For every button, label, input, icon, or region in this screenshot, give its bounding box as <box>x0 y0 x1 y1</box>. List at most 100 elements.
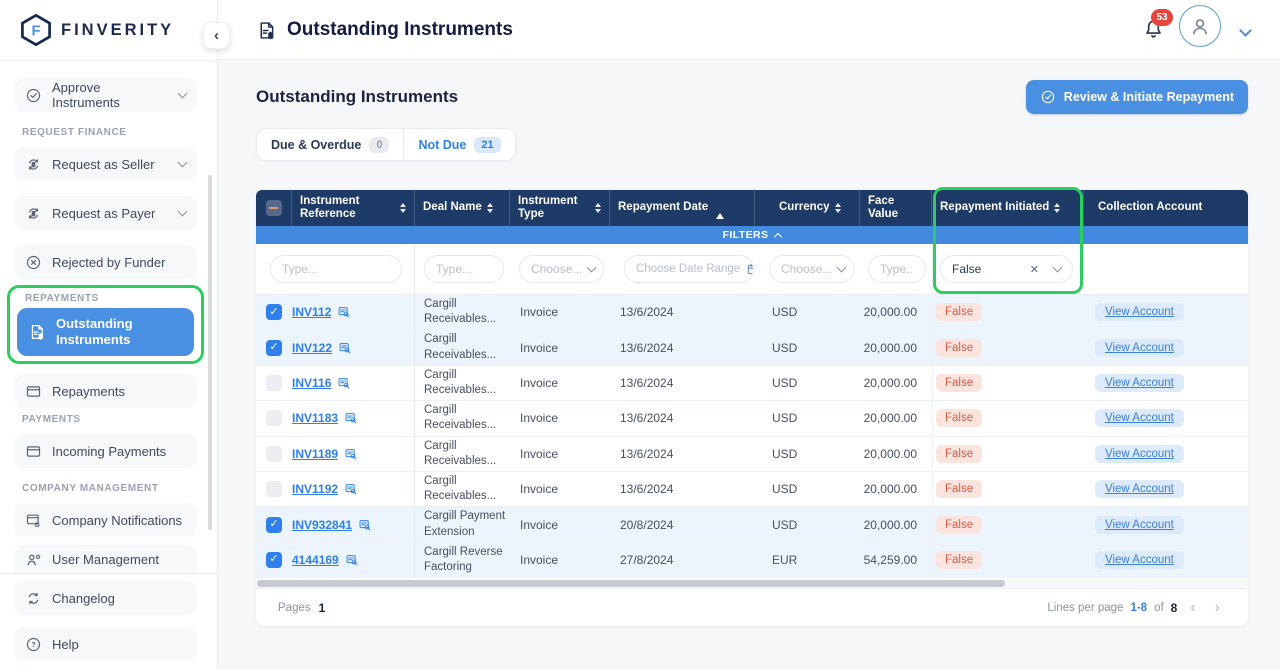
table-row[interactable]: INV116 CargillReceivables... Invoice 13/… <box>256 366 1248 401</box>
instrument-preview-icon[interactable] <box>344 411 358 425</box>
tab-not-due[interactable]: Not Due 21 <box>404 129 514 160</box>
view-account-link[interactable]: View Account <box>1095 445 1184 463</box>
sidebar-item-rejected-by-funder[interactable]: Rejected by Funder <box>14 245 197 279</box>
table-row[interactable]: ✓ 4144169 Cargill ReverseFactoring Invoi… <box>256 543 1248 578</box>
repayment-initiated-badge: False <box>936 480 982 498</box>
filter-repayment-date-range[interactable]: Choose Date Range <box>624 255 754 283</box>
sidebar-item-incoming-payments[interactable]: Incoming Payments <box>14 434 197 468</box>
face-value-cell: 20,000.00 <box>860 366 932 400</box>
view-account-link[interactable]: View Account <box>1095 480 1184 498</box>
scrollbar-thumb[interactable] <box>257 580 1005 587</box>
sort-icon[interactable] <box>1054 203 1060 213</box>
notifications-button[interactable]: 53 <box>1142 17 1166 43</box>
table-row[interactable]: ✓ INV932841 Cargill PaymentExtension Inv… <box>256 507 1248 542</box>
view-account-link[interactable]: View Account <box>1095 551 1184 569</box>
filter-face-value-input[interactable] <box>880 262 914 276</box>
refresh-dollar-icon <box>25 205 42 222</box>
sort-ascending-icon[interactable] <box>716 201 724 214</box>
column-header-repayment-initiated[interactable]: Repayment Initiated <box>932 190 1084 226</box>
filter-deal-name-input[interactable] <box>436 262 492 276</box>
column-header-deal-name[interactable]: Deal Name <box>415 190 510 226</box>
sidebar-item-outstanding-instruments[interactable]: Outstanding Instruments <box>17 308 194 356</box>
user-avatar-button[interactable] <box>1179 5 1221 47</box>
current-page[interactable]: 1 <box>319 601 326 615</box>
next-page-button[interactable]: › <box>1209 600 1226 616</box>
face-value-cell: 20,000.00 <box>860 472 932 506</box>
filter-repayment-initiated-select[interactable]: False ✕ <box>940 255 1073 283</box>
view-account-link[interactable]: View Account <box>1095 409 1184 427</box>
instrument-preview-icon[interactable] <box>337 305 351 319</box>
brand-logo[interactable]: F FINVERITY <box>0 0 217 47</box>
instrument-reference-link[interactable]: INV112 <box>292 305 331 319</box>
column-header-currency[interactable]: Currency <box>755 190 860 226</box>
sidebar-item-request-as-seller[interactable]: Request as Seller <box>14 147 197 181</box>
row-checkbox[interactable]: ✓ <box>266 517 282 533</box>
instrument-preview-icon[interactable] <box>344 482 358 496</box>
tab-due-overdue[interactable]: Due & Overdue 0 <box>257 129 403 160</box>
sidebar-scrollbar[interactable] <box>208 175 212 530</box>
user-menu-chevron[interactable] <box>1239 24 1252 37</box>
instrument-reference-link[interactable]: 4144169 <box>292 553 339 567</box>
sidebar-item-approve-instruments[interactable]: Approve Instruments <box>14 78 197 112</box>
row-checkbox[interactable] <box>266 446 282 462</box>
column-header-instrument-reference[interactable]: Instrument Reference <box>292 190 415 226</box>
total-rows: 8 <box>1171 601 1178 615</box>
sidebar-item-company-notifications[interactable]: ⚙ Company Notifications <box>14 503 197 537</box>
review-initiate-repayment-button[interactable]: Review & Initiate Repayment <box>1026 80 1248 114</box>
table-row[interactable]: ✓ INV122 CargillReceivables... Invoice 1… <box>256 330 1248 365</box>
sidebar-item-user-management[interactable]: ⚙ User Management <box>14 545 197 573</box>
filter-instrument-reference-input[interactable] <box>282 262 390 276</box>
sort-icon[interactable] <box>487 203 493 213</box>
repayment-date-cell: 13/6/2024 <box>610 401 755 435</box>
rows-range[interactable]: 1-8 <box>1130 602 1147 614</box>
sort-icon[interactable] <box>835 203 841 213</box>
instrument-preview-icon[interactable] <box>338 341 352 355</box>
sidebar-item-request-as-payer[interactable]: Request as Payer <box>14 196 197 230</box>
filters-toggle-bar[interactable]: FILTERS <box>256 226 1248 244</box>
row-checkbox[interactable]: ✓ <box>266 552 282 568</box>
sort-icon[interactable] <box>400 203 406 213</box>
instrument-reference-link[interactable]: INV116 <box>292 376 331 390</box>
instrument-reference-link[interactable]: INV1183 <box>292 411 338 425</box>
table-row[interactable]: INV1192 CargillReceivables... Invoice 13… <box>256 472 1248 507</box>
chevron-down-icon <box>587 263 597 273</box>
chevron-down-icon <box>178 207 188 217</box>
view-account-link[interactable]: View Account <box>1095 374 1184 392</box>
table-row[interactable]: INV1183 CargillReceivables... Invoice 13… <box>256 401 1248 436</box>
sidebar-item-help[interactable]: ? Help <box>14 627 197 661</box>
deal-name-cell: Cargill ReverseFactoring <box>415 543 510 577</box>
instrument-preview-icon[interactable] <box>337 376 351 390</box>
table-horizontal-scrollbar[interactable] <box>256 579 1248 588</box>
select-all-checkbox[interactable] <box>266 200 282 216</box>
instrument-reference-link[interactable]: INV122 <box>292 341 332 355</box>
instrument-reference-link[interactable]: INV1192 <box>292 482 338 496</box>
sidebar-item-changelog[interactable]: Changelog <box>14 581 197 615</box>
sort-icon[interactable] <box>595 203 601 213</box>
view-account-link[interactable]: View Account <box>1095 339 1184 357</box>
filter-currency-select[interactable]: Choose... <box>769 255 855 283</box>
instrument-reference-link[interactable]: INV932841 <box>292 518 352 532</box>
row-checkbox[interactable]: ✓ <box>266 304 282 320</box>
sidebar-collapse-button[interactable]: ‹ <box>203 22 230 49</box>
view-account-link[interactable]: View Account <box>1095 303 1184 321</box>
filter-instrument-type-select[interactable]: Choose... <box>519 255 604 283</box>
column-header-repayment-date[interactable]: Repayment Date <box>610 190 755 226</box>
clear-filter-icon[interactable]: ✕ <box>1030 263 1039 276</box>
chevron-down-icon <box>837 263 847 273</box>
row-checkbox[interactable] <box>266 410 282 426</box>
instrument-reference-link[interactable]: INV1189 <box>292 447 338 461</box>
row-checkbox[interactable]: ✓ <box>266 340 282 356</box>
brand-name: FINVERITY <box>61 21 174 40</box>
instrument-preview-icon[interactable] <box>345 553 359 567</box>
instrument-preview-icon[interactable] <box>358 518 372 532</box>
instrument-preview-icon[interactable] <box>344 447 358 461</box>
row-checkbox[interactable] <box>266 375 282 391</box>
repayment-initiated-badge: False <box>936 374 982 392</box>
sidebar-item-repayments[interactable]: Repayments <box>14 374 197 408</box>
table-row[interactable]: INV1189 CargillReceivables... Invoice 13… <box>256 437 1248 472</box>
column-header-instrument-type[interactable]: Instrument Type <box>510 190 610 226</box>
view-account-link[interactable]: View Account <box>1095 516 1184 534</box>
row-checkbox[interactable] <box>266 481 282 497</box>
table-row[interactable]: ✓ INV112 CargillReceivables... Invoice 1… <box>256 295 1248 330</box>
previous-page-button[interactable]: ‹ <box>1184 600 1201 616</box>
